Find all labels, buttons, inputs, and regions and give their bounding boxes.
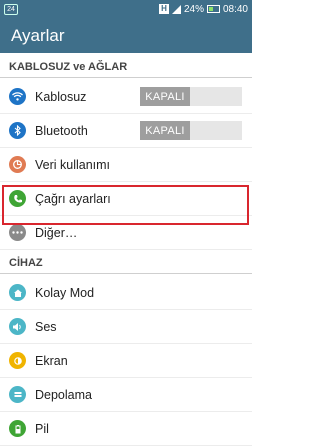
setting-label: Kablosuz	[35, 89, 87, 104]
setting-label: Bluetooth	[35, 123, 88, 138]
wifi-toggle[interactable]: KAPALI	[140, 87, 242, 106]
setting-label: Kolay Mod	[35, 285, 95, 300]
battery-icon	[9, 420, 26, 437]
sound-icon	[9, 318, 26, 335]
setting-label: Pil	[35, 421, 49, 436]
display-icon	[9, 352, 26, 369]
bluetooth-toggle[interactable]: KAPALI	[140, 121, 242, 140]
signal-icon	[171, 4, 181, 14]
battery-percent: 24%	[183, 3, 204, 15]
section-header-wireless: KABLOSUZ ve AĞLAR	[0, 56, 252, 78]
setting-label: Ses	[35, 319, 57, 334]
network-type: H	[158, 4, 169, 14]
setting-row-bluetooth[interactable]: Bluetooth KAPALI	[0, 114, 252, 148]
setting-label: Depolama	[35, 387, 92, 402]
setting-row-easy-mode[interactable]: Kolay Mod	[0, 276, 252, 310]
phone-icon	[9, 190, 26, 207]
setting-row-wifi[interactable]: Kablosuz KAPALI	[0, 80, 252, 114]
setting-row-storage[interactable]: Depolama	[0, 378, 252, 412]
data-usage-icon	[9, 156, 26, 173]
notification-badge: 24	[4, 3, 18, 15]
more-icon	[9, 224, 26, 241]
setting-row-sound[interactable]: Ses	[0, 310, 252, 344]
wifi-icon	[9, 88, 26, 105]
section-header-device: CİHAZ	[0, 252, 252, 274]
setting-label: Çağrı ayarları	[35, 191, 111, 206]
easy-mode-icon	[9, 284, 26, 301]
status-bar: 24 H 24% 08:40	[0, 0, 252, 18]
setting-row-call-settings[interactable]: Çağrı ayarları	[0, 182, 252, 216]
page-title: Ayarlar	[11, 25, 65, 45]
app-bar: Ayarlar	[0, 18, 252, 53]
bluetooth-icon	[9, 122, 26, 139]
setting-row-display[interactable]: Ekran	[0, 344, 252, 378]
wifi-toggle-state: KAPALI	[140, 87, 190, 106]
setting-row-data-usage[interactable]: Veri kullanımı	[0, 148, 252, 182]
battery-status-icon	[206, 5, 220, 13]
setting-label: Veri kullanımı	[35, 157, 111, 172]
clock: 08:40	[222, 3, 248, 15]
setting-row-more[interactable]: Diğer…	[0, 216, 252, 250]
setting-label: Diğer…	[35, 225, 78, 240]
setting-label: Ekran	[35, 353, 68, 368]
storage-icon	[9, 386, 26, 403]
setting-row-battery[interactable]: Pil	[0, 412, 252, 446]
bluetooth-toggle-state: KAPALI	[140, 121, 190, 140]
